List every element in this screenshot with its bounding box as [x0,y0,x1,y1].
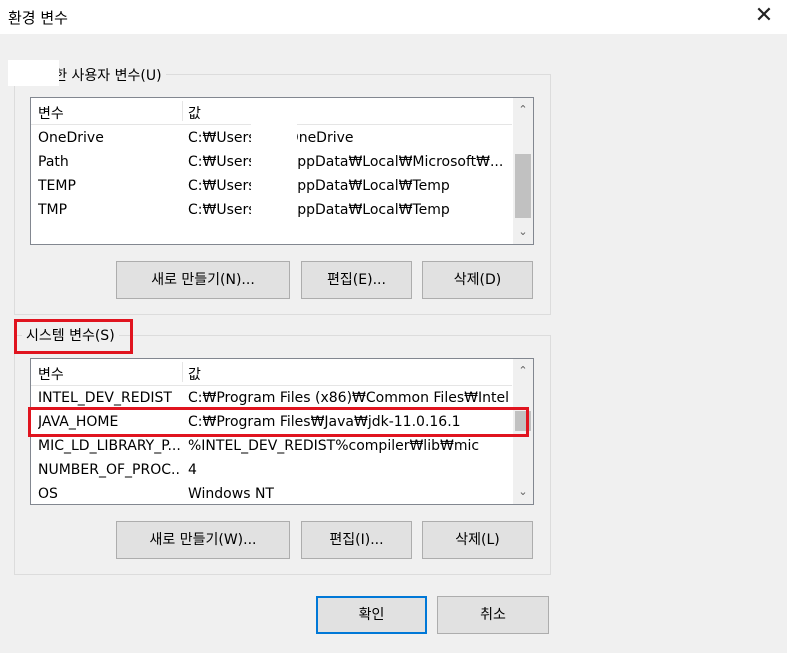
column-header-value[interactable]: 값 [188,364,201,384]
scroll-up-icon[interactable]: ⌃ [513,361,533,381]
ok-button[interactable]: 확인 [316,596,427,634]
system-new-button[interactable]: 새로 만들기(W)... [116,521,290,559]
user-edit-button[interactable]: 편집(E)... [301,261,412,299]
user-variables-list[interactable]: 변수 값 OneDrive C:₩Users₩ ₩OneDrive Path C… [30,97,534,245]
scroll-down-icon[interactable]: ⌄ [513,222,533,242]
variable-value: C:₩Users₩ ₩OneDrive [188,130,354,146]
list-item[interactable]: MIC_LD_LIBRARY_P... %INTEL_DEV_REDIST%co… [31,435,512,459]
list-item[interactable]: NUMBER_OF_PROC... 4 [31,459,512,483]
title-bar: 환경 변수 ✕ [0,0,787,34]
variable-name: OS [38,486,58,502]
variable-value: C:₩Users₩ ₩AppData₩Local₩Microsoft₩... [188,154,504,170]
variable-name: INTEL_DEV_REDIST [38,390,172,406]
column-divider [182,362,183,382]
user-delete-button[interactable]: 삭제(D) [422,261,533,299]
variable-name: OneDrive [38,130,104,146]
vertical-scrollbar[interactable]: ⌃ ⌄ [513,98,533,244]
cancel-button[interactable]: 취소 [437,596,549,634]
variable-value: C:₩Users₩ ₩AppData₩Local₩Temp [188,178,450,194]
scroll-down-icon[interactable]: ⌄ [513,482,533,502]
variable-value: %INTEL_DEV_REDIST%compiler₩lib₩mic [188,438,480,454]
redacted-username [8,60,59,86]
system-delete-button[interactable]: 삭제(L) [422,521,533,559]
variable-value: 4 [188,462,197,478]
variable-value: Windows NT [188,486,274,502]
column-header-variable[interactable]: 변수 [38,364,64,384]
close-icon[interactable]: ✕ [751,2,777,30]
column-header-value[interactable]: 값 [188,103,201,123]
user-new-button[interactable]: 새로 만들기(N)... [116,261,290,299]
redacted-username-mask [251,98,297,218]
column-divider [182,101,183,121]
variable-value: C:₩Program Files (x86)₩Common Files₩Inte… [188,390,510,406]
highlight-box-java-home [28,407,529,437]
variable-value: C:₩Users₩ ₩AppData₩Local₩Temp [188,202,450,218]
variable-name: Path [38,154,69,170]
window-title: 환경 변수 [8,9,68,27]
variable-name: MIC_LD_LIBRARY_P... [38,438,180,454]
highlight-box-system-label [14,319,133,354]
variable-name: TMP [38,202,68,218]
column-header-variable[interactable]: 변수 [38,103,64,123]
variable-name: TEMP [38,178,76,194]
list-item[interactable]: OS Windows NT [31,483,512,504]
scrollbar-thumb[interactable] [515,154,531,218]
system-edit-button[interactable]: 편집(I)... [301,521,412,559]
list-header: 변수 값 [31,359,512,386]
variable-name: NUMBER_OF_PROC... [38,462,180,478]
scroll-up-icon[interactable]: ⌃ [513,100,533,120]
